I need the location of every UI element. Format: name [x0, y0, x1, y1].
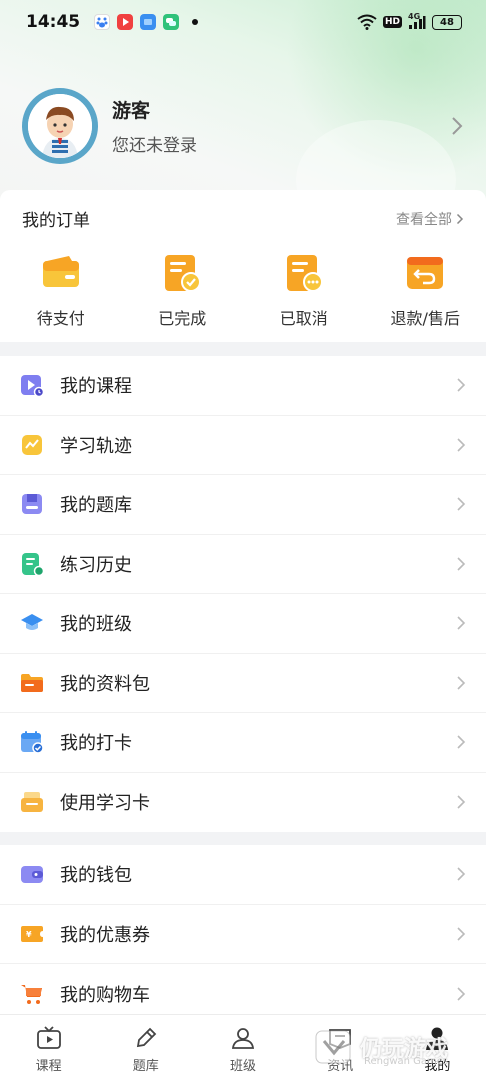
- chevron-right-icon: [457, 676, 466, 690]
- chevron-right-icon: [457, 735, 466, 749]
- calendar-check-icon: [21, 731, 44, 754]
- profile-text: 游客 您还未登录: [112, 96, 197, 156]
- menu-item-learning-track[interactable]: 学习轨迹: [0, 416, 486, 475]
- menu-group-learning: 我的课程 学习轨迹 我的题库 练习历史 我的班级 我的资料包 我的打卡 使用学习…: [0, 356, 486, 832]
- chevron-right-icon: [457, 867, 466, 881]
- chevron-right-icon: [457, 438, 466, 452]
- chat-app-icon: [163, 14, 180, 30]
- order-status-row: 待支付 已完成 已取消 退款/售后: [0, 253, 486, 329]
- menu-group-shopping: 我的钱包 ¥ 我的优惠券 我的购物车: [0, 845, 486, 1024]
- chevron-right-icon: [457, 987, 466, 1001]
- battery-indicator: 48: [432, 14, 462, 30]
- chevron-right-icon: [457, 927, 466, 941]
- cancelled-order-icon: [286, 255, 323, 292]
- users-icon: [231, 1028, 255, 1049]
- menu-item-check-in[interactable]: 我的打卡: [0, 713, 486, 773]
- tab-mine[interactable]: 我的: [389, 1015, 486, 1080]
- learning-track-icon: [22, 434, 42, 455]
- chevron-right-icon: [456, 213, 464, 224]
- person-icon: [426, 1027, 449, 1050]
- study-card-icon: [21, 792, 43, 813]
- svg-text:¥: ¥: [26, 930, 32, 939]
- wallet-purple-icon: [21, 866, 43, 884]
- menu-item-materials[interactable]: 我的资料包: [0, 654, 486, 713]
- chevron-right-icon[interactable]: [450, 115, 464, 137]
- login-hint: 您还未登录: [112, 136, 197, 156]
- profile-header[interactable]: 游客 您还未登录: [0, 84, 486, 168]
- status-time: 14:45: [26, 12, 81, 32]
- menu-item-coupons[interactable]: ¥ 我的优惠券: [0, 905, 486, 964]
- cart-icon: [21, 984, 42, 1004]
- tab-news[interactable]: 资讯: [292, 1015, 389, 1080]
- notification-dot: [192, 19, 199, 25]
- order-cancelled[interactable]: 已取消: [243, 253, 365, 329]
- menu-item-practice-history[interactable]: 练习历史: [0, 535, 486, 594]
- menu-item-question-bank[interactable]: 我的题库: [0, 475, 486, 535]
- course-video-icon: [21, 375, 44, 398]
- order-pending-payment[interactable]: 待支付: [0, 253, 122, 329]
- tab-courses[interactable]: 课程: [0, 1015, 97, 1080]
- chevron-right-icon: [457, 378, 466, 392]
- bottom-tab-bar: 课程 题库 班级 资讯 我的: [0, 1014, 486, 1080]
- graduation-cap-icon: [21, 614, 43, 631]
- chevron-right-icon: [457, 557, 466, 571]
- status-bar: 14:45 HD 4G 48: [0, 0, 486, 44]
- menu-item-my-courses[interactable]: 我的课程: [0, 356, 486, 416]
- chevron-right-icon: [457, 616, 466, 630]
- hd-badge: HD: [382, 16, 402, 28]
- cloud-app-icon: [140, 14, 157, 30]
- orders-header: 我的订单 查看全部: [0, 190, 486, 231]
- chevron-right-icon: [457, 795, 466, 809]
- signal-icon: 4G: [408, 12, 426, 30]
- status-app-icons: [94, 14, 199, 30]
- practice-history-icon: [22, 552, 44, 576]
- baidu-app-icon: [94, 14, 111, 30]
- coupon-icon: ¥: [21, 925, 43, 942]
- order-refund-after-sale[interactable]: 退款/售后: [365, 253, 486, 329]
- news-icon: [329, 1029, 352, 1049]
- chevron-right-icon: [457, 497, 466, 511]
- tab-class[interactable]: 班级: [194, 1015, 291, 1080]
- orders-title: 我的订单: [22, 211, 90, 231]
- order-completed[interactable]: 已完成: [122, 253, 244, 329]
- status-indicators: HD 4G 48: [357, 12, 462, 30]
- question-bank-icon: [22, 494, 42, 515]
- completed-order-icon: [165, 255, 202, 292]
- folder-icon: [21, 673, 43, 692]
- profile-name: 游客: [112, 100, 151, 122]
- video-app-icon: [117, 14, 134, 30]
- view-all-orders-link[interactable]: 查看全部: [396, 209, 464, 229]
- tv-play-icon: [36, 1026, 61, 1049]
- orders-card: 我的订单 查看全部 待支付 已完成 已取消 退款/售后: [0, 190, 486, 342]
- avatar[interactable]: [22, 88, 98, 164]
- avatar-illustration-icon: [28, 94, 92, 158]
- pencil-icon: [136, 1027, 157, 1048]
- tab-question-bank[interactable]: 题库: [97, 1015, 194, 1080]
- menu-item-wallet[interactable]: 我的钱包: [0, 845, 486, 905]
- menu-item-study-card[interactable]: 使用学习卡: [0, 773, 486, 833]
- wallet-icon: [42, 256, 79, 287]
- menu-item-my-class[interactable]: 我的班级: [0, 594, 486, 654]
- refund-icon: [407, 257, 444, 289]
- wifi-icon: [357, 14, 377, 30]
